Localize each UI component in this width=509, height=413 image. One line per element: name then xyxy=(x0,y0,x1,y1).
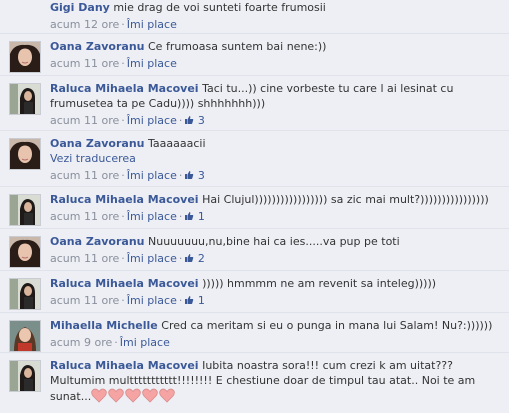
meta-separator: · xyxy=(114,336,118,349)
comment-author-link[interactable]: Raluca Mihaela Macovei xyxy=(50,82,199,95)
like-thumb-icon xyxy=(185,254,194,262)
comment-line: Oana Zavoranu Taaaaaacii xyxy=(50,136,503,151)
like-thumb-icon xyxy=(185,212,194,220)
comment-timestamp[interactable]: acum 11 ore xyxy=(50,57,119,70)
meta-separator: · xyxy=(121,252,125,265)
like-button[interactable]: Îmi place xyxy=(127,57,177,70)
meta-separator: · xyxy=(121,210,125,223)
avatar[interactable] xyxy=(9,236,41,268)
comment-author-link[interactable]: Gigi Dany xyxy=(50,1,110,14)
comment-item: Oana Zavoranu Ce frumoasa suntem bai nen… xyxy=(0,33,509,74)
comment-item: Gigi Dany mie drag de voi sunteti foarte… xyxy=(0,0,509,32)
comment-line: Raluca Mihaela Macovei Iubita noastra so… xyxy=(50,358,503,404)
heart-icon xyxy=(142,388,158,403)
comment-item: Oana Zavoranu Taaaaaacii Vezi traducerea a… xyxy=(0,130,509,186)
comment-text: Taaaaaacii xyxy=(148,137,206,150)
like-count[interactable]: 1 xyxy=(184,210,205,223)
meta-separator: · xyxy=(121,169,125,182)
comment-text: Nuuuuuuu,nu,bine hai ca ies.....va pup p… xyxy=(148,235,400,248)
avatar[interactable] xyxy=(9,83,41,115)
heart-icon xyxy=(159,388,175,403)
meta-separator: · xyxy=(121,57,125,70)
like-button[interactable]: Îmi place xyxy=(127,294,177,307)
comment-item: Raluca Mihaela Macovei Taci tu...)) cine… xyxy=(0,75,509,128)
comment-line: Gigi Dany mie drag de voi sunteti foarte… xyxy=(50,0,503,15)
avatar[interactable] xyxy=(9,278,41,310)
like-thumb-icon xyxy=(185,116,194,124)
meta-separator: · xyxy=(121,114,125,127)
comment-text: ))))) hmmmm ne am revenit sa inteleg))))… xyxy=(202,277,437,290)
comment-timestamp[interactable]: acum 11 ore xyxy=(50,114,119,127)
comment-line: Oana Zavoranu Nuuuuuuu,nu,bine hai ca ie… xyxy=(50,234,503,249)
like-count[interactable]: 3 xyxy=(184,169,205,182)
comment-text: Cred ca meritam si eu o punga in mana lu… xyxy=(161,319,493,332)
comment-line: Raluca Mihaela Macovei Taci tu...)) cine… xyxy=(50,81,503,111)
comment-author-link[interactable]: Oana Zavoranu xyxy=(50,235,145,248)
comment-timestamp[interactable]: acum 12 ore xyxy=(50,18,119,31)
comment-meta: acum 11 ore · Îmi place xyxy=(50,56,503,71)
avatar[interactable] xyxy=(9,360,41,392)
comment-author-link[interactable]: Mihaella Michelle xyxy=(50,319,158,332)
comment-line: Mihaella Michelle Cred ca meritam si eu … xyxy=(50,318,503,333)
comment-item: Raluca Mihaela Macovei ))))) hmmmm ne am… xyxy=(0,270,509,311)
comment-text: mie drag de voi sunteti foarte frumosii xyxy=(113,1,326,14)
like-button[interactable]: Îmi place xyxy=(127,252,177,265)
like-button[interactable]: Îmi place xyxy=(127,169,177,182)
emoji-hearts xyxy=(91,388,176,403)
comment-timestamp[interactable]: acum 11 ore xyxy=(50,169,119,182)
comment-meta: acum 11 ore · Îmi place · 3 xyxy=(50,113,503,128)
comment-meta: acum 11 ore · Îmi place · 2 xyxy=(50,251,503,266)
avatar[interactable] xyxy=(9,138,41,170)
like-count-value: 1 xyxy=(197,294,205,307)
like-count[interactable]: 2 xyxy=(184,252,205,265)
like-count[interactable]: 1 xyxy=(184,294,205,307)
comment-text: Hai Clujul))))))))))))))))) sa zic mai m… xyxy=(202,193,489,206)
like-button[interactable]: Îmi place xyxy=(120,336,170,349)
avatar[interactable] xyxy=(9,194,41,226)
comment-timestamp[interactable]: acum 11 ore xyxy=(50,210,119,223)
comment-text: Ce frumoasa suntem bai nene:)) xyxy=(148,40,327,53)
comment-meta: acum 11 ore · Îmi place · 3 xyxy=(50,168,503,183)
comment-line: Raluca Mihaela Macovei Hai Clujul)))))))… xyxy=(50,192,503,207)
like-count-value: 3 xyxy=(197,169,205,182)
heart-icon xyxy=(108,388,124,403)
avatar[interactable] xyxy=(9,41,41,73)
comment-timestamp[interactable]: acum 9 ore xyxy=(50,336,112,349)
comment-meta: acum 11 ore · Îmi place · 1 xyxy=(50,293,503,308)
comment-meta: acum 9 ore · Îmi place xyxy=(50,335,503,350)
like-thumb-icon xyxy=(185,296,194,304)
heart-icon xyxy=(125,388,141,403)
comment-timestamp[interactable]: acum 11 ore xyxy=(50,294,119,307)
like-button[interactable]: Îmi place xyxy=(127,114,177,127)
like-thumb-icon xyxy=(185,171,194,179)
meta-separator: · xyxy=(121,294,125,307)
comment-line: Oana Zavoranu Ce frumoasa suntem bai nen… xyxy=(50,39,503,54)
like-button[interactable]: Îmi place xyxy=(127,18,177,31)
comment-author-link[interactable]: Oana Zavoranu xyxy=(50,137,145,150)
heart-icon xyxy=(91,388,107,403)
comment-item: Oana Zavoranu Nuuuuuuu,nu,bine hai ca ie… xyxy=(0,228,509,269)
comment-author-link[interactable]: Raluca Mihaela Macovei xyxy=(50,359,199,372)
like-count[interactable]: 3 xyxy=(184,114,205,127)
comment-timestamp[interactable]: acum 11 ore xyxy=(50,252,119,265)
comment-author-link[interactable]: Raluca Mihaela Macovei xyxy=(50,193,199,206)
comment-meta: acum 12 ore · Îmi place xyxy=(50,17,503,32)
comment-author-link[interactable]: Raluca Mihaela Macovei xyxy=(50,277,199,290)
comment-item: Mihaella Michelle Cred ca meritam si eu … xyxy=(0,312,509,353)
comment-meta: acum 11 ore · Îmi place · 1 xyxy=(50,209,503,224)
comment-line: Raluca Mihaela Macovei ))))) hmmmm ne am… xyxy=(50,276,503,291)
like-count-value: 1 xyxy=(197,210,205,223)
like-button[interactable]: Îmi place xyxy=(127,210,177,223)
avatar[interactable] xyxy=(9,320,41,352)
comment-item: Raluca Mihaela Macovei Hai Clujul)))))))… xyxy=(0,186,509,227)
like-count-value: 3 xyxy=(197,114,205,127)
meta-separator: · xyxy=(121,18,125,31)
like-count-value: 2 xyxy=(197,252,205,265)
see-translation-link[interactable]: Vezi traducerea xyxy=(50,152,136,165)
comment-author-link[interactable]: Oana Zavoranu xyxy=(50,40,145,53)
